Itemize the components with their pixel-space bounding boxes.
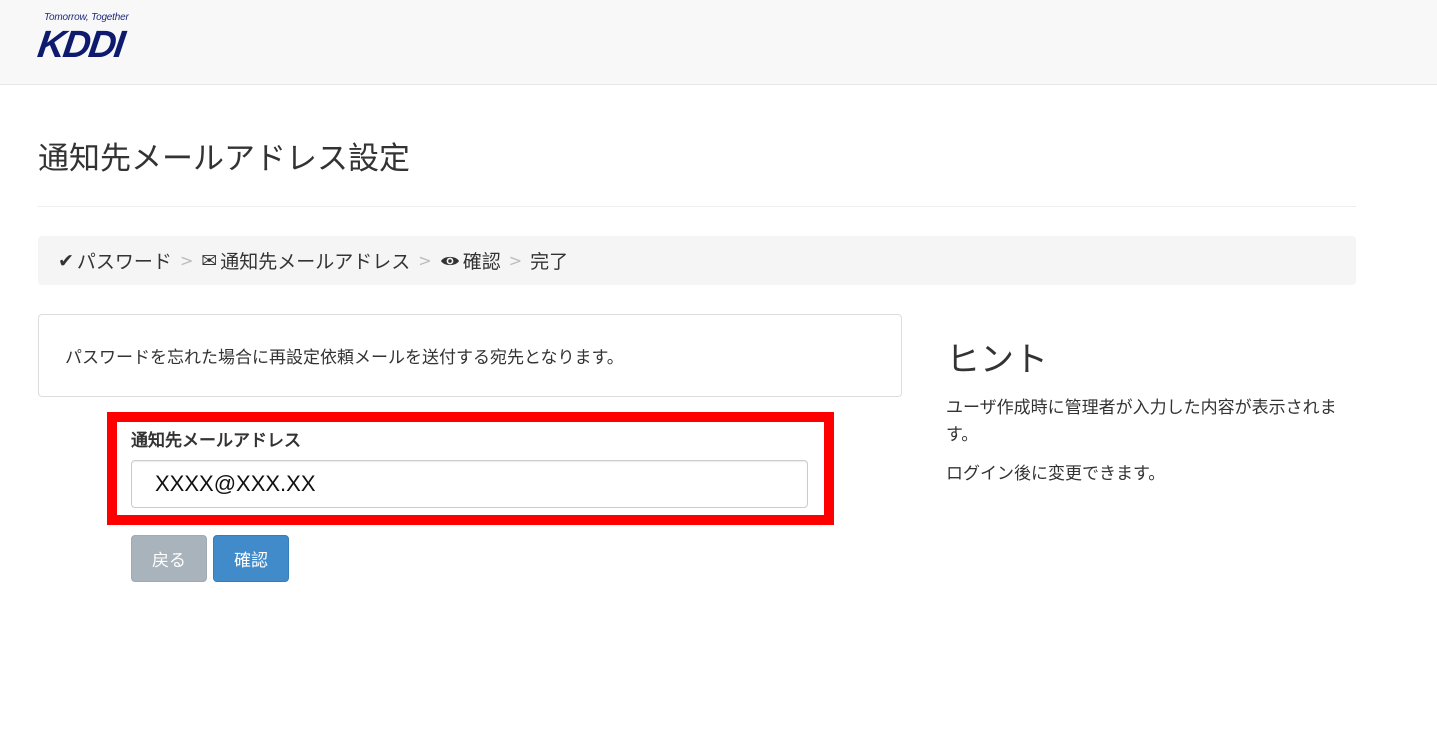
step-label: パスワード — [76, 251, 172, 273]
breadcrumb-separator: > — [418, 251, 432, 270]
info-panel: パスワードを忘れた場合に再設定依頼メールを送付する宛先となります。 — [38, 314, 902, 397]
step-label: 通知先メールアドレス — [220, 251, 411, 273]
hint-text-display: ユーザ作成時に管理者が入力した内容が表示されます。 — [946, 398, 1337, 445]
breadcrumb-separator: > — [508, 251, 523, 270]
eye-icon — [440, 250, 460, 272]
confirm-button[interactable]: 確認 — [213, 535, 289, 582]
top-navbar: Tomorrow, Together KDDI — [0, 0, 1437, 85]
kddi-logo[interactable]: Tomorrow, Together KDDI — [35, 10, 150, 66]
step-label: 確認 — [462, 251, 501, 273]
logo-tagline: Tomorrow, Together — [44, 12, 129, 23]
title-divider — [38, 206, 1356, 207]
hint-text-change: ログイン後に変更できます。 — [946, 464, 1166, 484]
envelope-icon: ✉ — [201, 249, 218, 272]
step-label: 完了 — [530, 251, 569, 273]
step-breadcrumb: ✔ パスワード > ✉ 通知先メールアドレス > 確認 > 完了 — [38, 236, 1356, 285]
email-field-label: 通知先メールアドレス — [131, 431, 301, 451]
logo-wordmark: KDDI — [35, 24, 126, 66]
step-confirm: 確認 — [440, 247, 501, 274]
check-icon: ✔ — [58, 249, 74, 272]
page-title: 通知先メールアドレス設定 — [38, 141, 410, 177]
email-field[interactable] — [131, 460, 808, 508]
step-notify-email: ✉ 通知先メールアドレス — [201, 247, 410, 274]
breadcrumb-separator: > — [179, 251, 194, 270]
step-complete: 完了 — [530, 247, 568, 274]
info-text: パスワードを忘れた場合に再設定依頼メールを送付する宛先となります。 — [65, 348, 624, 368]
back-button[interactable]: 戻る — [131, 535, 207, 582]
hint-title: ヒント — [946, 340, 1048, 380]
step-password: ✔ パスワード — [58, 247, 172, 274]
